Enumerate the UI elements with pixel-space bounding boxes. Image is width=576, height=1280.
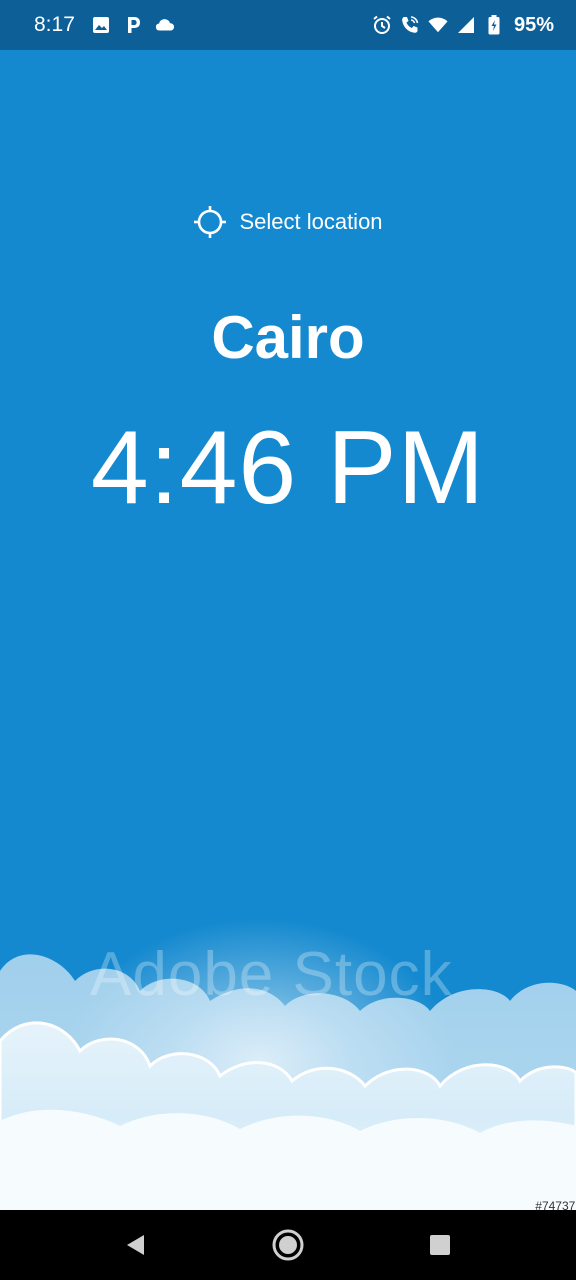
gps-target-icon <box>194 206 227 238</box>
select-location-button[interactable]: Select location <box>0 205 576 239</box>
back-button[interactable] <box>106 1215 166 1275</box>
status-time: 8:17 <box>34 13 75 36</box>
recents-icon <box>430 1235 450 1255</box>
wifi-call-icon <box>400 15 420 35</box>
system-icons: 95% <box>372 14 554 37</box>
wifi-icon <box>428 15 448 35</box>
adobe-stock-watermark: Adobe Stock <box>90 940 453 1009</box>
p-app-icon <box>123 15 143 35</box>
status-bar: 8:17 95% <box>0 0 576 50</box>
home-button[interactable] <box>258 1215 318 1275</box>
battery-charging-icon <box>484 15 504 35</box>
navigation-bar <box>0 1210 576 1280</box>
city-name: Cairo <box>211 304 365 371</box>
recents-button[interactable] <box>410 1215 470 1275</box>
cloud-icon <box>155 15 175 35</box>
gallery-icon <box>91 15 111 35</box>
notification-icons <box>91 15 175 35</box>
back-icon <box>127 1235 144 1255</box>
home-icon <box>272 1229 304 1261</box>
signal-icon <box>456 15 476 35</box>
select-location-label: Select location <box>239 209 383 234</box>
phone-screen: Adobe Stock #747376 Select location Cair… <box>0 0 576 1280</box>
clouds-background <box>0 954 576 1210</box>
stock-id: #747376 <box>535 1199 576 1210</box>
world-clock-app: Adobe Stock #747376 Select location Cair… <box>0 41 576 1210</box>
battery-percentage: 95% <box>513 13 554 36</box>
city-time: 4:46 PM <box>90 410 486 526</box>
alarm-icon <box>372 15 392 35</box>
